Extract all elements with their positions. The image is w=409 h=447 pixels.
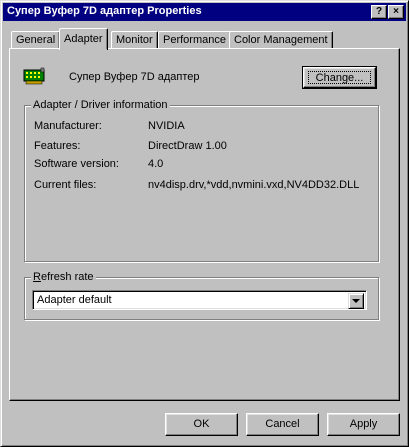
tab-performance[interactable]: Performance	[158, 31, 231, 49]
apply-button[interactable]: Apply	[327, 413, 400, 436]
manufacturer-value: NVIDIA	[148, 120, 185, 132]
tab-color-management-label: Color Management	[234, 34, 328, 46]
chevron-down-icon[interactable]	[348, 293, 364, 309]
close-button[interactable]: ×	[388, 5, 404, 19]
ok-button[interactable]: OK	[165, 413, 238, 436]
refresh-rate-value: Adapter default	[37, 294, 112, 306]
refresh-rate-select[interactable]: Adapter default	[32, 290, 367, 310]
ok-button-label: OK	[193, 418, 210, 430]
current-files-value: nv4disp.drv,*vdd,nvmini.vxd,NV4DD32.DLL	[148, 179, 360, 191]
software-version-label: Software version:	[34, 158, 119, 170]
adapter-name: Супер Вуфер 7D адаптер	[69, 71, 200, 83]
close-icon: ×	[393, 6, 399, 17]
tab-general[interactable]: General	[11, 31, 61, 49]
tab-monitor[interactable]: Monitor	[111, 31, 158, 49]
display-adapter-icon	[23, 67, 45, 85]
title-bar[interactable]: Супер Вуфер 7D адаптер Properties ? ×	[3, 3, 406, 21]
help-icon: ?	[375, 6, 383, 17]
software-version-value: 4.0	[148, 158, 164, 170]
tab-general-label: General	[16, 34, 56, 46]
features-value: DirectDraw 1.00	[148, 140, 227, 152]
driver-info-legend: Adapter / Driver information	[31, 99, 170, 111]
features-label: Features:	[34, 140, 81, 152]
tab-color-management[interactable]: Color Management	[229, 31, 333, 49]
manufacturer-label: Manufacturer:	[34, 120, 102, 132]
focus-rect	[308, 71, 371, 84]
properties-dialog: Супер Вуфер 7D адаптер Properties ? × Ge…	[0, 0, 409, 447]
apply-button-label: Apply	[349, 418, 378, 430]
window-title: Супер Вуфер 7D адаптер Properties	[7, 5, 202, 17]
tab-adapter[interactable]: Adapter	[59, 28, 108, 52]
current-files-label: Current files:	[34, 179, 97, 191]
cancel-button[interactable]: Cancel	[246, 413, 319, 436]
help-button[interactable]: ?	[371, 5, 387, 19]
tab-performance-label: Performance	[163, 34, 226, 46]
change-button[interactable]: Change...	[302, 66, 377, 89]
cancel-button-label: Cancel	[265, 418, 300, 430]
tab-monitor-label: Monitor	[116, 34, 153, 46]
refresh-rate-legend: Refresh rate	[31, 271, 96, 283]
tab-adapter-label: Adapter	[64, 33, 103, 45]
